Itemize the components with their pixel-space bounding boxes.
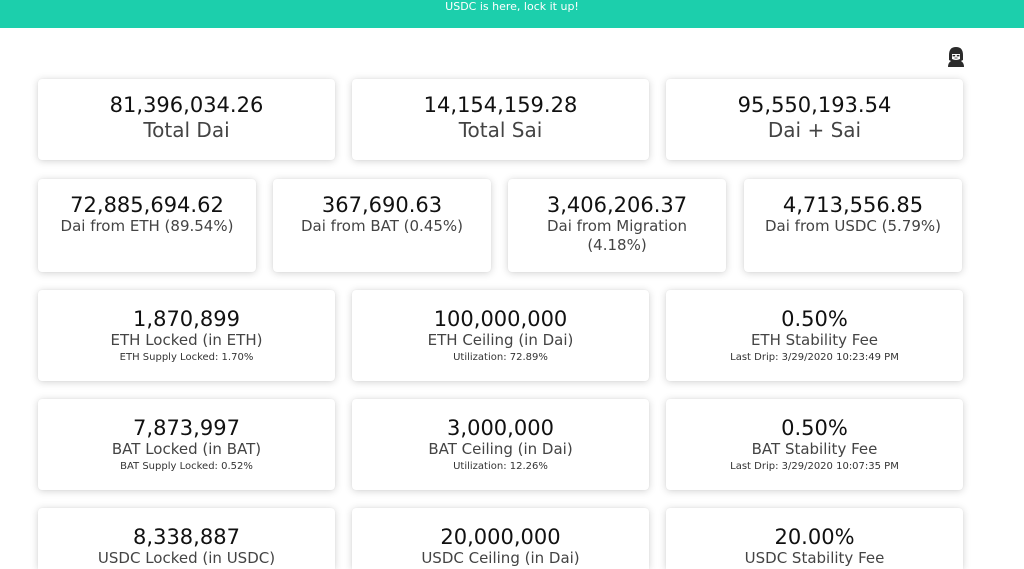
- stat-label: Total Sai: [458, 118, 543, 142]
- stat-label: USDC Ceiling (in Dai): [421, 549, 580, 567]
- stat-label: ETH Locked (in ETH): [110, 331, 263, 349]
- announcement-banner: USDC is here, lock it up!: [0, 0, 1024, 28]
- total-sai-card: 14,154,159.28 Total Sai: [352, 79, 649, 160]
- stat-label: BAT Locked (in BAT): [111, 440, 262, 458]
- hacker-avatar-icon[interactable]: [944, 45, 968, 69]
- dai-from-usdc-card: 4,713,556.85 Dai from USDC (5.79%): [744, 179, 962, 272]
- dai-from-bat-card: 367,690.63 Dai from BAT (0.45%): [273, 179, 491, 272]
- stat-sublabel: Last Drip: 3/29/2020 10:07:35 PM: [730, 461, 899, 472]
- banner-text: USDC is here, lock it up!: [445, 0, 579, 13]
- stat-value: 81,396,034.26: [109, 93, 264, 117]
- dai-plus-sai-card: 95,550,193.54 Dai + Sai: [666, 79, 963, 160]
- stat-value: 8,338,887: [133, 525, 240, 549]
- bat-ceiling-card: 3,000,000 BAT Ceiling (in Dai) Utilizati…: [352, 399, 649, 490]
- stat-value: 367,690.63: [321, 193, 443, 217]
- stat-label: Dai from Migration (4.18%): [546, 217, 688, 254]
- total-dai-card: 81,396,034.26 Total Dai: [38, 79, 335, 160]
- stat-value: 0.50%: [781, 307, 848, 331]
- stat-label: ETH Ceiling (in Dai): [427, 331, 574, 349]
- dai-from-eth-card: 72,885,694.62 Dai from ETH (89.54%): [38, 179, 256, 272]
- stat-value: 100,000,000: [433, 307, 568, 331]
- stat-sublabel: Utilization: 12.26%: [453, 461, 548, 472]
- stat-label: Total Dai: [143, 118, 230, 142]
- stat-value: 95,550,193.54: [737, 93, 892, 117]
- eth-ceiling-card: 100,000,000 ETH Ceiling (in Dai) Utiliza…: [352, 290, 649, 381]
- stat-value: 7,873,997: [133, 416, 240, 440]
- dai-from-migration-card: 3,406,206.37 Dai from Migration (4.18%): [508, 179, 726, 272]
- stat-value: 14,154,159.28: [423, 93, 578, 117]
- bat-locked-card: 7,873,997 BAT Locked (in BAT) BAT Supply…: [38, 399, 335, 490]
- eth-locked-card: 1,870,899 ETH Locked (in ETH) ETH Supply…: [38, 290, 335, 381]
- stat-value: 1,870,899: [133, 307, 240, 331]
- stat-label: USDC Stability Fee: [744, 549, 885, 567]
- stat-value: 4,713,556.85: [782, 193, 924, 217]
- stat-value: 0.50%: [781, 416, 848, 440]
- stat-label: Dai + Sai: [767, 118, 862, 142]
- stat-label: USDC Locked (in USDC): [97, 549, 276, 567]
- stat-sublabel: Last Drip: 3/29/2020 10:23:49 PM: [730, 352, 899, 363]
- usdc-ceiling-card: 20,000,000 USDC Ceiling (in Dai): [352, 508, 649, 569]
- usdc-locked-card: 8,338,887 USDC Locked (in USDC): [38, 508, 335, 569]
- stat-label: ETH Stability Fee: [750, 331, 879, 349]
- stat-sublabel: BAT Supply Locked: 0.52%: [120, 461, 253, 472]
- stat-sublabel: ETH Supply Locked: 1.70%: [119, 352, 254, 363]
- usdc-stability-fee-card: 20.00% USDC Stability Fee: [666, 508, 963, 569]
- eth-stability-fee-card: 0.50% ETH Stability Fee Last Drip: 3/29/…: [666, 290, 963, 381]
- stat-value: 20,000,000: [440, 525, 561, 549]
- stat-label: Dai from ETH (89.54%): [60, 217, 234, 235]
- stat-value: 3,000,000: [447, 416, 554, 440]
- stat-sublabel: Utilization: 72.89%: [453, 352, 548, 363]
- stat-label: BAT Ceiling (in Dai): [428, 440, 573, 458]
- stat-label: Dai from USDC (5.79%): [764, 217, 941, 235]
- bat-stability-fee-card: 0.50% BAT Stability Fee Last Drip: 3/29/…: [666, 399, 963, 490]
- stat-label: Dai from BAT (0.45%): [300, 217, 464, 235]
- stat-value: 20.00%: [774, 525, 855, 549]
- stat-value: 72,885,694.62: [70, 193, 224, 217]
- stat-label: BAT Stability Fee: [751, 440, 878, 458]
- stat-value: 3,406,206.37: [546, 193, 688, 217]
